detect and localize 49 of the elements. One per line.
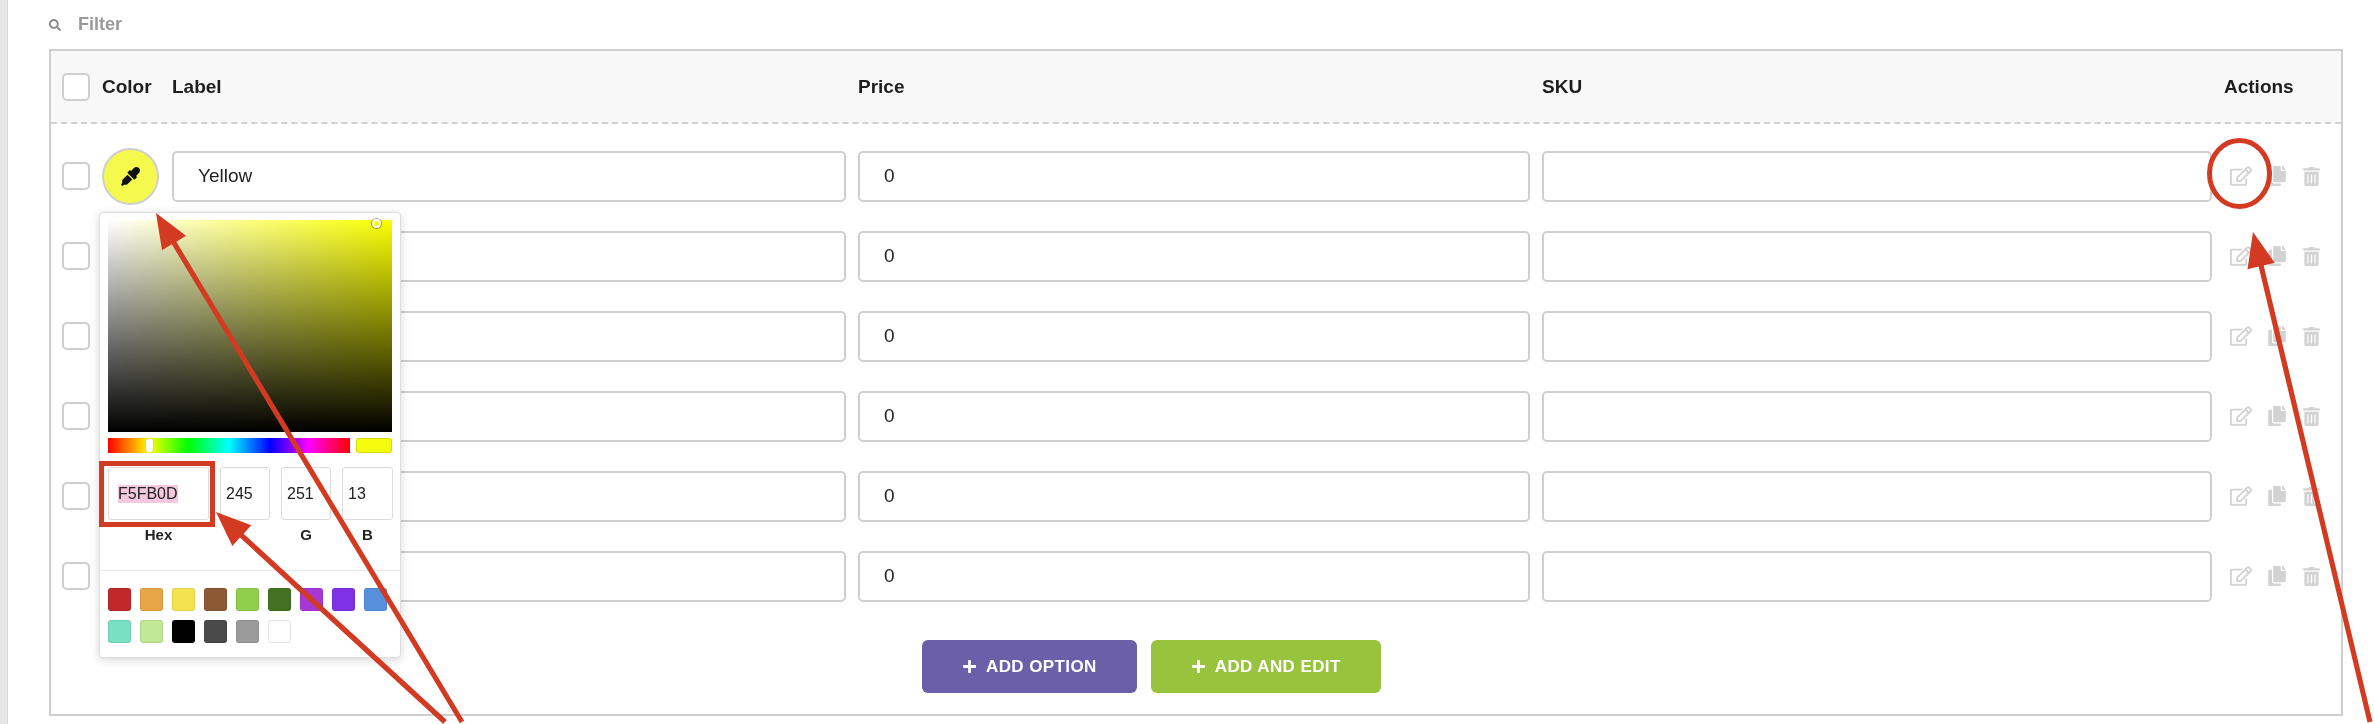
hex-field[interactable]: F5FB0D bbox=[108, 467, 209, 520]
documents-icon[interactable] bbox=[2267, 166, 2287, 186]
price-input[interactable]: 0 bbox=[858, 470, 1530, 522]
channel-field[interactable]: 13 bbox=[342, 467, 393, 520]
channel-field[interactable]: 245 bbox=[220, 467, 270, 520]
add-button[interactable]: ADD OPTION bbox=[922, 640, 1137, 693]
row-checkbox[interactable] bbox=[62, 482, 90, 510]
sku-input[interactable] bbox=[1542, 390, 2212, 442]
label-input[interactable]: Yellow bbox=[172, 150, 846, 202]
sku-input[interactable] bbox=[1542, 310, 2212, 362]
select-all-checkbox[interactable] bbox=[62, 72, 90, 101]
sku-input[interactable] bbox=[1542, 550, 2212, 602]
annotation-circle bbox=[2207, 138, 2272, 209]
saturation-value-area[interactable] bbox=[108, 220, 392, 432]
sku-input[interactable] bbox=[1542, 470, 2212, 522]
row-checkbox[interactable] bbox=[62, 562, 90, 590]
hue-slider-thumb[interactable] bbox=[146, 439, 154, 452]
picker-handle[interactable] bbox=[372, 219, 382, 229]
filter-field[interactable]: Filter bbox=[78, 11, 398, 38]
column-header: Color bbox=[102, 75, 153, 98]
price-input[interactable]: 0 bbox=[858, 230, 1530, 282]
row-checkbox[interactable] bbox=[62, 322, 90, 350]
documents-icon[interactable] bbox=[2267, 326, 2287, 346]
color-picker-button[interactable] bbox=[102, 147, 159, 205]
column-header: Actions bbox=[2224, 75, 2295, 98]
documents-icon[interactable] bbox=[2267, 246, 2287, 266]
row-checkbox[interactable] bbox=[62, 162, 90, 190]
eyedropper-icon bbox=[121, 166, 140, 186]
column-header: SKU bbox=[1542, 75, 1584, 98]
color-preview-icon bbox=[356, 438, 392, 453]
channel-field[interactable]: 251 bbox=[281, 467, 331, 520]
field-label: B bbox=[362, 526, 373, 545]
column-header: Price bbox=[858, 75, 906, 98]
sku-input[interactable] bbox=[1542, 150, 2212, 202]
row-checkbox[interactable] bbox=[62, 402, 90, 430]
search-icon bbox=[49, 18, 61, 31]
price-input[interactable]: 0 bbox=[858, 310, 1530, 362]
field-label: Hex bbox=[144, 526, 173, 545]
column-header: Label bbox=[172, 75, 223, 98]
plus-icon bbox=[962, 659, 977, 674]
price-input[interactable]: 0 bbox=[858, 390, 1530, 442]
plus-icon bbox=[1190, 659, 1206, 674]
price-input[interactable]: 0 bbox=[858, 150, 1530, 202]
price-input[interactable]: 0 bbox=[858, 550, 1530, 602]
hue-slider-track[interactable] bbox=[108, 438, 350, 453]
color-swatch-icon[interactable] bbox=[268, 620, 291, 643]
field-label: G bbox=[300, 526, 312, 545]
sku-input[interactable] bbox=[1542, 230, 2212, 282]
row-checkbox[interactable] bbox=[62, 242, 90, 270]
